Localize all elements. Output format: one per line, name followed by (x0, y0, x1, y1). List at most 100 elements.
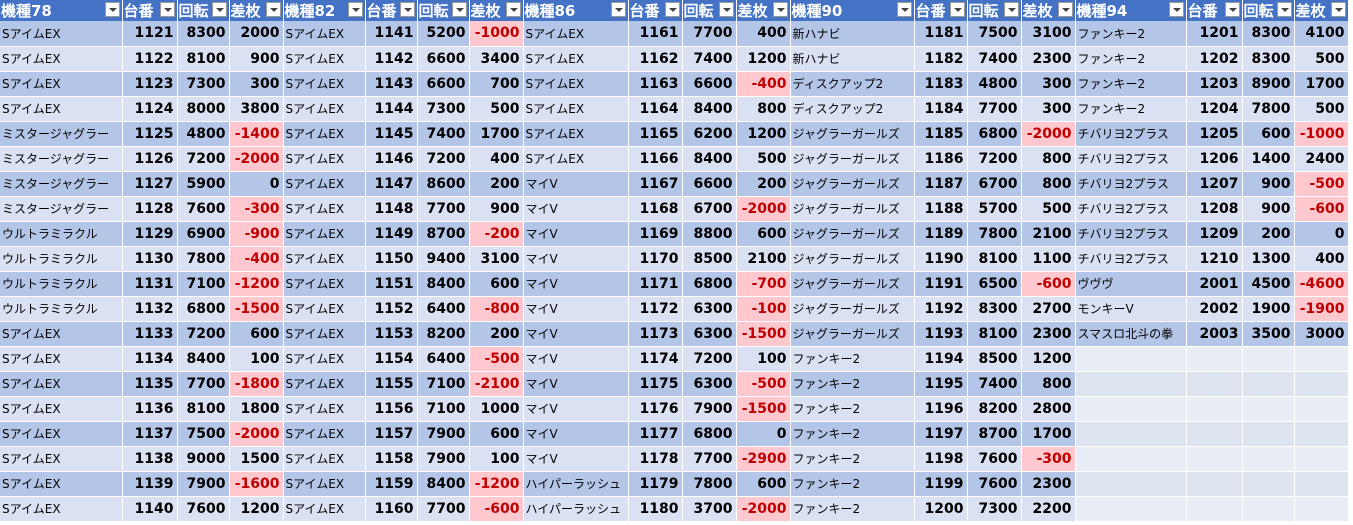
table-cell[interactable]: 8100 (967, 246, 1022, 272)
table-cell[interactable]: SアイムEX (523, 46, 629, 72)
table-cell[interactable]: ファンキー2 (790, 396, 915, 422)
column-header-16[interactable]: 機種94 (1075, 0, 1187, 21)
table-cell[interactable] (1242, 471, 1295, 497)
table-cell[interactable]: 1174 (628, 346, 683, 372)
table-cell[interactable]: 1900 (1242, 296, 1295, 322)
table-cell[interactable]: SアイムEX (283, 71, 366, 97)
table-cell[interactable]: 1145 (365, 121, 418, 147)
table-cell[interactable]: 1000 (469, 396, 524, 422)
table-cell[interactable]: 6800 (177, 296, 230, 322)
table-cell[interactable]: 8400 (417, 271, 470, 297)
table-cell[interactable]: 2100 (736, 246, 791, 272)
filter-dropdown-icon[interactable] (896, 2, 912, 17)
column-header-11[interactable]: 差枚 (736, 0, 791, 21)
table-cell[interactable]: SアイムEX (283, 446, 366, 472)
column-header-13[interactable]: 台番 (914, 0, 968, 21)
table-cell[interactable]: 400 (736, 21, 791, 47)
table-cell[interactable]: 1142 (365, 46, 418, 72)
table-cell[interactable]: 7800 (967, 221, 1022, 247)
table-cell[interactable]: 900 (1242, 196, 1295, 222)
table-cell[interactable]: 9000 (177, 446, 230, 472)
table-cell[interactable]: 1200 (914, 496, 968, 522)
table-cell[interactable]: SアイムEX (0, 421, 123, 447)
table-cell[interactable]: 1200 (736, 121, 791, 147)
table-cell[interactable]: 1192 (914, 296, 968, 322)
filter-dropdown-icon[interactable] (265, 2, 281, 17)
table-cell[interactable]: 900 (229, 46, 284, 72)
table-cell[interactable]: マイV (523, 221, 629, 247)
table-cell[interactable]: 1186 (914, 146, 968, 172)
table-cell[interactable]: 1127 (122, 171, 178, 197)
table-cell[interactable]: 800 (1021, 171, 1076, 197)
table-cell[interactable]: ジャグラーガールズ (790, 171, 915, 197)
table-cell[interactable]: 1210 (1186, 246, 1243, 272)
table-cell[interactable]: ミスタージャグラー (0, 196, 123, 222)
table-cell[interactable]: 6800 (682, 421, 737, 447)
table-cell[interactable] (1294, 471, 1349, 497)
table-cell[interactable]: 1139 (122, 471, 178, 497)
table-cell[interactable]: 7400 (967, 46, 1022, 72)
table-cell[interactable]: SアイムEX (523, 96, 629, 122)
table-cell[interactable]: SアイムEX (0, 396, 123, 422)
table-cell[interactable]: SアイムEX (283, 296, 366, 322)
table-cell[interactable]: SアイムEX (0, 21, 123, 47)
table-cell[interactable] (1075, 371, 1187, 397)
table-cell[interactable]: SアイムEX (283, 421, 366, 447)
table-cell[interactable]: 2300 (1021, 471, 1076, 497)
table-cell[interactable]: 1160 (365, 496, 418, 522)
filter-dropdown-icon[interactable] (505, 2, 521, 17)
table-cell[interactable]: 1146 (365, 146, 418, 172)
table-cell[interactable] (1075, 396, 1187, 422)
table-cell[interactable]: 1136 (122, 396, 178, 422)
table-cell[interactable]: 700 (469, 71, 524, 97)
table-cell[interactable]: 800 (736, 96, 791, 122)
table-cell[interactable]: 1179 (628, 471, 683, 497)
filter-dropdown-icon[interactable] (610, 2, 626, 17)
table-cell[interactable]: 8100 (177, 396, 230, 422)
table-cell[interactable]: -1400 (229, 121, 284, 147)
table-cell[interactable]: 1161 (628, 21, 683, 47)
table-cell[interactable]: 1140 (122, 496, 178, 522)
table-cell[interactable]: 8400 (177, 346, 230, 372)
table-cell[interactable]: 7700 (177, 371, 230, 397)
table-cell[interactable]: -400 (229, 246, 284, 272)
table-cell[interactable]: 1165 (628, 121, 683, 147)
table-cell[interactable]: 7700 (417, 196, 470, 222)
table-cell[interactable]: 8300 (967, 296, 1022, 322)
table-cell[interactable]: マイV (523, 271, 629, 297)
spreadsheet[interactable]: 機種78 台番 回転 差枚 機種82 台番 回転 差枚 機種86 台番 回転 差枚 機種90 台番 回転 差枚… (0, 0, 1353, 525)
filter-dropdown-icon[interactable] (159, 2, 175, 17)
filter-dropdown-icon[interactable] (399, 2, 415, 17)
table-cell[interactable]: 500 (736, 146, 791, 172)
table-cell[interactable]: 400 (1294, 246, 1349, 272)
filter-dropdown-icon[interactable] (1224, 2, 1240, 17)
table-cell[interactable]: 4800 (967, 71, 1022, 97)
table-cell[interactable]: 6600 (682, 71, 737, 97)
table-cell[interactable]: 7200 (177, 146, 230, 172)
table-cell[interactable]: 6700 (682, 196, 737, 222)
table-cell[interactable]: 8700 (417, 221, 470, 247)
table-cell[interactable]: 1121 (122, 21, 178, 47)
table-cell[interactable]: SアイムEX (0, 321, 123, 347)
table-cell[interactable]: 1700 (1294, 71, 1349, 97)
table-cell[interactable]: 8600 (417, 171, 470, 197)
table-cell[interactable]: 1182 (914, 46, 968, 72)
table-cell[interactable]: 0 (229, 171, 284, 197)
table-cell[interactable]: 7900 (417, 421, 470, 447)
filter-dropdown-icon[interactable] (211, 2, 227, 17)
table-cell[interactable]: 1151 (365, 271, 418, 297)
table-cell[interactable]: ジャグラーガールズ (790, 121, 915, 147)
table-cell[interactable]: 600 (1242, 121, 1295, 147)
table-cell[interactable]: 6500 (967, 271, 1022, 297)
table-cell[interactable]: 2003 (1186, 321, 1243, 347)
table-cell[interactable]: 1201 (1186, 21, 1243, 47)
table-cell[interactable]: 9400 (417, 246, 470, 272)
table-cell[interactable]: 1166 (628, 146, 683, 172)
table-cell[interactable]: 1203 (1186, 71, 1243, 97)
table-cell[interactable]: -600 (469, 496, 524, 522)
table-cell[interactable]: 6400 (417, 296, 470, 322)
table-cell[interactable]: -1000 (1294, 121, 1349, 147)
table-cell[interactable]: -400 (736, 71, 791, 97)
table-cell[interactable]: 6200 (682, 121, 737, 147)
table-cell[interactable] (1075, 496, 1187, 522)
